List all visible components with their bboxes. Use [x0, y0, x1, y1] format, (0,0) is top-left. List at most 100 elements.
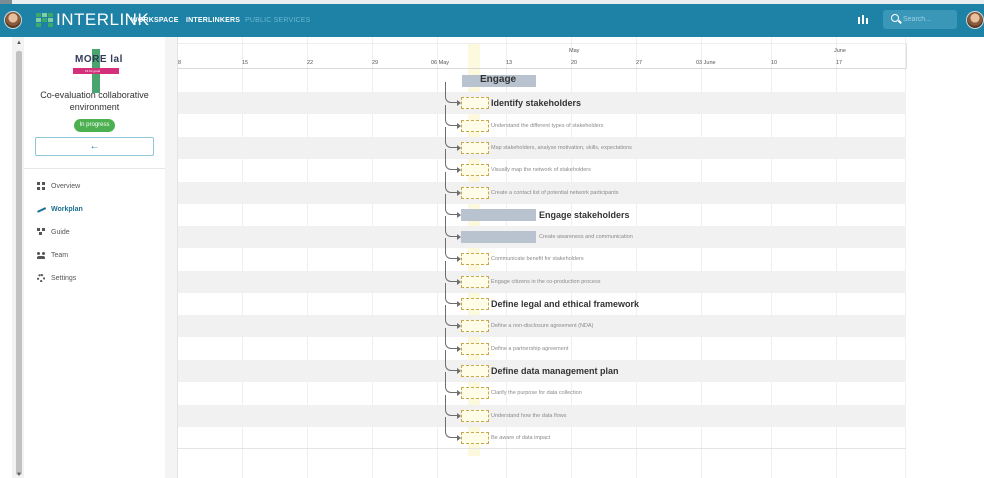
top-navigation-bar: INTERLINK WORKSPACE INTERLINKERS PUBLIC …	[0, 0, 984, 37]
task-label: Clarify the purpose for data collection	[491, 390, 582, 397]
task-bar[interactable]	[461, 141, 489, 154]
sidebar-item-workplan[interactable]: Workplan	[37, 203, 83, 215]
app-window: INTERLINK WORKSPACE INTERLINKERS PUBLIC …	[0, 0, 984, 478]
timeline-tick-label: 27	[636, 60, 643, 66]
dependency-arrow-icon	[457, 434, 461, 441]
task-label: Define a partnership agreement	[491, 345, 569, 352]
timeline-tick-label: 20	[571, 60, 578, 66]
month-label: June	[834, 48, 846, 54]
task-label: Communicate benefit for stakeholders	[491, 256, 584, 263]
browser-strip	[0, 0, 984, 4]
task-bar[interactable]	[461, 208, 536, 221]
task-bar[interactable]	[461, 409, 489, 422]
task-bar[interactable]	[461, 275, 489, 288]
task-bar[interactable]	[461, 186, 489, 199]
gantt-row[interactable]: Understand how the data flows	[178, 394, 906, 427]
project-title: Co-evaluation collaborative environment	[40, 90, 149, 112]
task-bar[interactable]	[461, 231, 536, 244]
task-bar[interactable]	[461, 431, 489, 444]
task-bar[interactable]	[461, 97, 489, 110]
project-logo-subtext: Fit for good	[85, 69, 101, 73]
gantt-row[interactable]: Clarify the purpose for data collection	[178, 372, 906, 404]
guide-icon	[37, 228, 45, 236]
timeline-tick-label: 15	[242, 60, 249, 66]
gantt-row[interactable]: Define data management plan	[178, 349, 906, 382]
gantt-row[interactable]: Create a contact list of potential netwo…	[178, 171, 906, 204]
scroll-up-icon[interactable]: ▲	[16, 40, 22, 46]
timeline-tick-label: 8	[178, 60, 182, 66]
sidebar-item-overview[interactable]: Overview	[37, 180, 80, 192]
task-bar[interactable]	[461, 387, 489, 400]
nav-workspace[interactable]: WORKSPACE	[131, 17, 179, 24]
gantt-bottom-border	[178, 448, 906, 449]
sidebar-item-label: Team	[51, 251, 69, 259]
nav-public-services[interactable]: PUBLIC SERVICES	[245, 17, 311, 24]
timeline-tick-label: 13	[506, 60, 513, 66]
workspace-avatar[interactable]	[4, 11, 22, 29]
gantt-row[interactable]: Create awareness and communication	[178, 216, 906, 249]
task-label: Engage stakeholders	[539, 209, 630, 220]
timeline-tick-label: 17	[836, 60, 843, 66]
task-bar[interactable]	[461, 364, 489, 377]
workplan-gantt: May June 8 15 22 29 06 May 13 20 27 03 June 10 17 …	[178, 37, 906, 478]
timeline-tick-label: 29	[372, 60, 379, 66]
back-button[interactable]: ←	[35, 137, 154, 156]
timeline-tick-label: 06 May	[431, 60, 450, 66]
gantt-row[interactable]: Define a non-disclosure agreement (NDA)	[178, 305, 906, 338]
user-avatar[interactable]	[966, 11, 984, 29]
task-bar[interactable]	[461, 320, 489, 333]
right-empty-area	[906, 37, 984, 478]
scrollbar-thumb[interactable]	[16, 51, 22, 475]
gantt-row[interactable]: Map stakeholders, analyse motivation, sk…	[178, 126, 906, 159]
sidebar-item-team[interactable]: Team	[37, 249, 68, 261]
gantt-row[interactable]: Engage	[178, 70, 906, 92]
sidebar-scrollbar[interactable]: ▲ ▼	[12, 37, 24, 478]
timeline-end-line	[906, 43, 907, 69]
gantt-row[interactable]: Define legal and ethical framework	[178, 283, 906, 315]
gantt-row[interactable]: Visually map the network of stakeholders	[178, 149, 906, 181]
task-label: Be aware of data impact	[491, 434, 551, 441]
gantt-row[interactable]: Be aware of data impact	[178, 416, 906, 449]
timeline-tick-label: 22	[307, 60, 314, 66]
search-box[interactable]	[883, 10, 957, 29]
timeline-tick-label: 03 June	[696, 60, 716, 66]
gantt-row[interactable]: Communicate benefit for stakeholders	[178, 238, 906, 270]
sidebar-item-label: Workplan	[51, 205, 83, 213]
project-logo: MORE lal Fit for good	[73, 49, 122, 93]
scroll-down-icon[interactable]: ▼	[16, 472, 22, 478]
project-sidebar: MORE lal Fit for good Co-evaluation coll…	[24, 37, 165, 478]
search-input[interactable]	[903, 13, 953, 26]
task-label: Engage	[480, 74, 517, 85]
task-label: Understand the different types of stakeh…	[491, 122, 604, 129]
apps-icon[interactable]	[858, 15, 868, 24]
task-label: Create awareness and communication	[539, 234, 633, 241]
task-bar[interactable]	[461, 119, 489, 132]
task-bar[interactable]	[461, 342, 489, 355]
sidebar-divider	[24, 168, 165, 169]
trend-icon	[37, 205, 45, 213]
sidebar-item-label: Guide	[51, 228, 70, 236]
task-bar[interactable]	[461, 253, 489, 266]
sidebar-item-label: Overview	[51, 182, 81, 190]
task-label: Define data management plan	[491, 365, 619, 376]
gantt-row[interactable]: Define a partnership agreement	[178, 327, 906, 360]
task-label: Define legal and ethical framework	[491, 299, 640, 309]
task-label: Define a non-disclosure agreement (NDA)	[491, 323, 594, 330]
sidebar-item-settings[interactable]: Settings	[37, 272, 76, 284]
gantt-row[interactable]: Engage citizens in the co-production pro…	[178, 260, 906, 293]
settings-icon	[37, 274, 45, 282]
gantt-timeline-header: May June 8 15 22 29 06 May 13 20 27 03 June 10 17	[178, 43, 906, 69]
sidebar-edge	[165, 37, 178, 478]
task-bar[interactable]	[461, 298, 489, 310]
project-logo-text: MORE lal	[75, 54, 123, 65]
gantt-row[interactable]: Engage stakeholders	[178, 193, 906, 226]
sidebar-item-guide[interactable]: Guide	[37, 226, 70, 238]
month-label: May	[569, 48, 580, 54]
gantt-row[interactable]: Identify stakeholders	[178, 82, 906, 115]
status-badge: In progress	[74, 119, 115, 132]
overview-icon	[37, 182, 45, 190]
task-bar[interactable]	[461, 164, 489, 177]
gantt-row[interactable]: Understand the different types of stakeh…	[178, 104, 906, 137]
timeline-tick-label: 10	[771, 60, 778, 66]
nav-interlinkers[interactable]: INTERLINKERS	[186, 17, 240, 24]
